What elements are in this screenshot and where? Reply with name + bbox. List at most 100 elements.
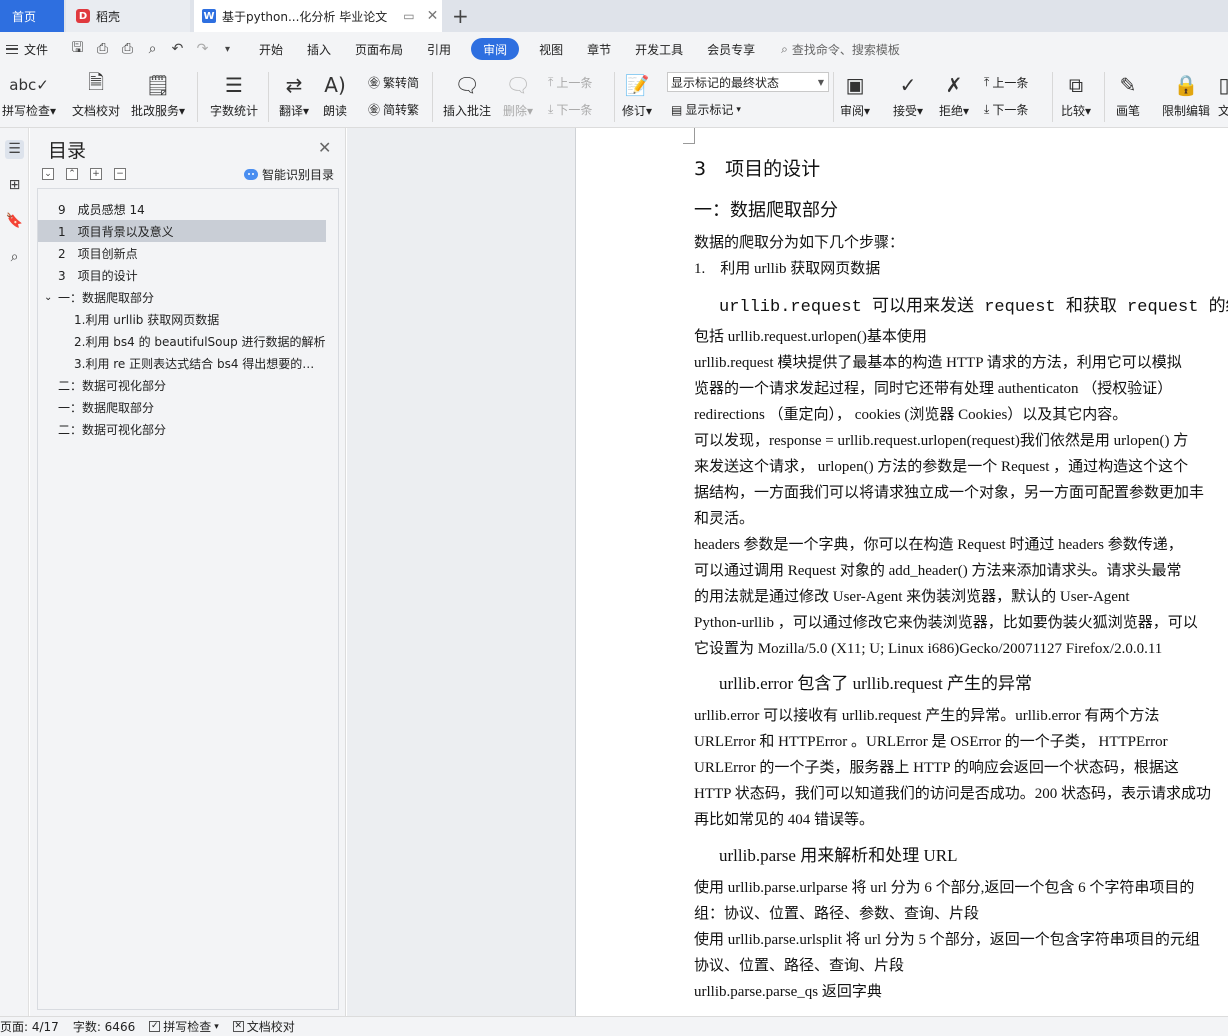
show-markup-label: 显示标记	[685, 103, 734, 117]
paragraph-line: 使用 urllib.parse.urlparse 将 url 分为 6 个部分,…	[694, 880, 1195, 896]
page-indicator-label: 页面: 4/17	[0, 1020, 59, 1034]
simp-to-trad-button[interactable]: ㊎ 简转繁	[368, 101, 419, 118]
word-count-button[interactable]: ☰ 字数统计	[210, 70, 258, 119]
reject-button[interactable]: ✗ 拒绝▾	[939, 70, 969, 119]
restrict-edit-button[interactable]: 🔒 限制编辑	[1162, 70, 1210, 119]
collapse-all-icon[interactable]: ⌃	[66, 168, 78, 180]
remove-entry-icon[interactable]: −	[114, 168, 126, 180]
tab-member[interactable]: 会员专享	[695, 38, 767, 60]
word-count-icon: ☰	[225, 73, 243, 97]
page-indicator[interactable]: 页面: 4/17	[0, 1018, 59, 1035]
export-pdf-icon[interactable]: ⎙	[95, 41, 110, 57]
compare-button[interactable]: ⧉ 比较▾	[1061, 70, 1091, 119]
undo-icon[interactable]: ↶	[170, 41, 185, 57]
close-icon[interactable]: ✕	[318, 138, 331, 157]
tab-start[interactable]: 开始	[247, 38, 295, 60]
tab-developer[interactable]: 开发工具	[623, 38, 695, 60]
doc-cut-button[interactable]: ▯ 文	[1218, 70, 1228, 119]
chevron-down-icon[interactable]: ⌄	[44, 292, 58, 303]
toc-item[interactable]: 1.利用 urllib 获取网页数据	[38, 308, 326, 330]
toc-item[interactable]: ⌄ 一：数据爬取部分	[38, 286, 326, 308]
toc-item[interactable]: 一：数据爬取部分	[38, 396, 326, 418]
prev-comment-label: 上一条	[556, 76, 593, 90]
tab-references[interactable]: 引用	[415, 38, 463, 60]
accept-button[interactable]: ✓ 接受▾	[893, 70, 923, 119]
batch-service-button[interactable]: 🗒 批改服务▾	[131, 70, 185, 119]
search-icon[interactable]: ⌕	[5, 248, 24, 267]
track-changes-button[interactable]: 📝 修订▾	[622, 70, 652, 119]
delete-comment-icon: 🗨	[505, 73, 531, 97]
tab-document-label: 基于python...化分析 毕业论文	[222, 9, 388, 24]
redo-icon[interactable]: ↷	[195, 41, 210, 57]
toc-item-label: 二：数据可视化部分	[58, 422, 167, 437]
print-preview-icon[interactable]: ⌕	[145, 41, 160, 57]
toc-item-label: 1.利用 urllib 获取网页数据	[74, 312, 220, 327]
ink-button[interactable]: ✎ 画笔	[1116, 70, 1140, 119]
restrict-edit-label: 限制编辑	[1162, 104, 1211, 118]
review-ribbon: abc✓ 拼写检查▾ 🗎 文档校对 🗒 批改服务▾ ☰ 字数统计 ⇄ 翻译▾ A…	[0, 66, 1228, 128]
file-menu[interactable]: 文件	[0, 41, 62, 58]
chapter-nav-icon[interactable]: ⊞	[5, 176, 24, 195]
show-markup-icon: ▤	[671, 102, 683, 117]
tab-chapter[interactable]: 章节	[575, 38, 623, 60]
command-search[interactable]: ⌕ 查找命令、搜索模板	[781, 41, 900, 58]
show-markup-button[interactable]: ▤ 显示标记 ▾	[671, 101, 741, 118]
toc-panel-icon[interactable]: ☰	[5, 140, 24, 159]
next-change-button[interactable]: ⤓ 下一条	[984, 101, 1028, 118]
more-dropdown-icon[interactable]: ▾	[220, 44, 235, 55]
command-search-placeholder: 查找命令、搜索模板	[791, 42, 900, 57]
document-page[interactable]: 3 项目的设计 一：数据爬取部分 数据的爬取分为如下几个步骤： 1. 利用 ur…	[575, 128, 1228, 1016]
toc-item[interactable]: 9 成员感想 14	[38, 198, 326, 220]
paragraph-line: URLError 的一个子类，服务器上 HTTP 的响应会返回一个状态码，根据这	[694, 760, 1179, 776]
simp-to-trad-icon: ㊎	[368, 103, 381, 117]
paragraph-line: headers 参数是一个字典，你可以在构造 Request 时通过 heade…	[694, 537, 1183, 553]
ribbon-divider	[833, 72, 834, 122]
paragraph-line: HTTP 状态码，我们可以知道我们的访问是否成功。200 状态码，表示请求成功	[694, 786, 1211, 802]
insert-comment-button[interactable]: 🗨 插入批注	[443, 70, 491, 119]
tab-view[interactable]: 视图	[527, 38, 575, 60]
prev-comment-button[interactable]: ⤒ 上一条	[548, 74, 592, 91]
new-tab-icon[interactable]: +	[452, 4, 469, 28]
trad-to-simp-button[interactable]: ㊎ 繁转简	[368, 74, 419, 91]
tab-daoke[interactable]: D 稻壳	[66, 0, 190, 32]
compare-icon: ⧉	[1068, 73, 1084, 97]
expand-all-icon[interactable]: ⌄	[42, 168, 54, 180]
save-icon[interactable]: 🖫	[70, 37, 85, 61]
tab-document[interactable]: W 基于python...化分析 毕业论文 ▭ ✕	[194, 0, 442, 32]
ribbon-divider	[1104, 72, 1105, 122]
review-pane-button[interactable]: ▣ 审阅▾	[840, 70, 870, 119]
toc-toolbar: ⌄ ⌃ + −	[42, 168, 126, 180]
toc-item[interactable]: 2 项目创新点	[38, 242, 326, 264]
tab-home[interactable]: 首页	[0, 0, 64, 32]
float-window-icon[interactable]: ▭	[403, 9, 414, 23]
toc-item[interactable]: 二：数据可视化部分	[38, 418, 326, 440]
paragraph-line: 可以发现，response = urllib.request.urlopen(r…	[694, 433, 1189, 449]
paragraph-line: 和灵活。	[694, 511, 755, 527]
section-heading: 3 项目的设计	[694, 158, 821, 180]
close-tab-icon[interactable]: ✕	[427, 8, 439, 24]
bookmark-icon[interactable]: 🔖	[5, 212, 24, 231]
tab-insert[interactable]: 插入	[295, 38, 343, 60]
print-icon[interactable]: ⎙	[120, 41, 135, 57]
toc-item[interactable]: 1 项目背景以及意义	[38, 220, 326, 242]
smart-toc-button[interactable]: 智能识别目录	[244, 166, 334, 183]
spell-check-button[interactable]: abc✓ 拼写检查▾	[2, 70, 56, 119]
word-count-indicator[interactable]: 字数: 6466	[73, 1018, 135, 1035]
trad-to-simp-icon: ㊎	[368, 76, 381, 90]
add-entry-icon[interactable]: +	[90, 168, 102, 180]
toc-item[interactable]: 2.利用 bs4 的 beautifulSoup 进行数据的解析	[38, 330, 326, 352]
read-aloud-button[interactable]: A) 朗读	[323, 70, 347, 119]
doc-proof-status[interactable]: ✕ 文档校对	[232, 1018, 295, 1035]
translate-button[interactable]: ⇄ 翻译▾	[279, 70, 309, 119]
toc-item[interactable]: 二：数据可视化部分	[38, 374, 326, 396]
doc-proof-button[interactable]: 🗎 文档校对	[72, 70, 120, 119]
next-comment-button[interactable]: ⤓ 下一条	[548, 101, 592, 118]
delete-comment-button[interactable]: 🗨 删除▾	[503, 70, 533, 119]
prev-change-button[interactable]: ⤒ 上一条	[984, 74, 1028, 91]
tab-page-layout[interactable]: 页面布局	[343, 38, 415, 60]
toc-item[interactable]: 3 项目的设计	[38, 264, 326, 286]
tab-review[interactable]: 审阅	[471, 38, 520, 60]
markup-state-select[interactable]: 显示标记的最终状态 ▼	[667, 72, 829, 92]
toc-item[interactable]: 3.利用 re 正则表达式结合 bs4 得出想要的数据	[38, 352, 326, 374]
spell-check-toggle[interactable]: ✓ 拼写检查 ▾	[149, 1018, 219, 1035]
